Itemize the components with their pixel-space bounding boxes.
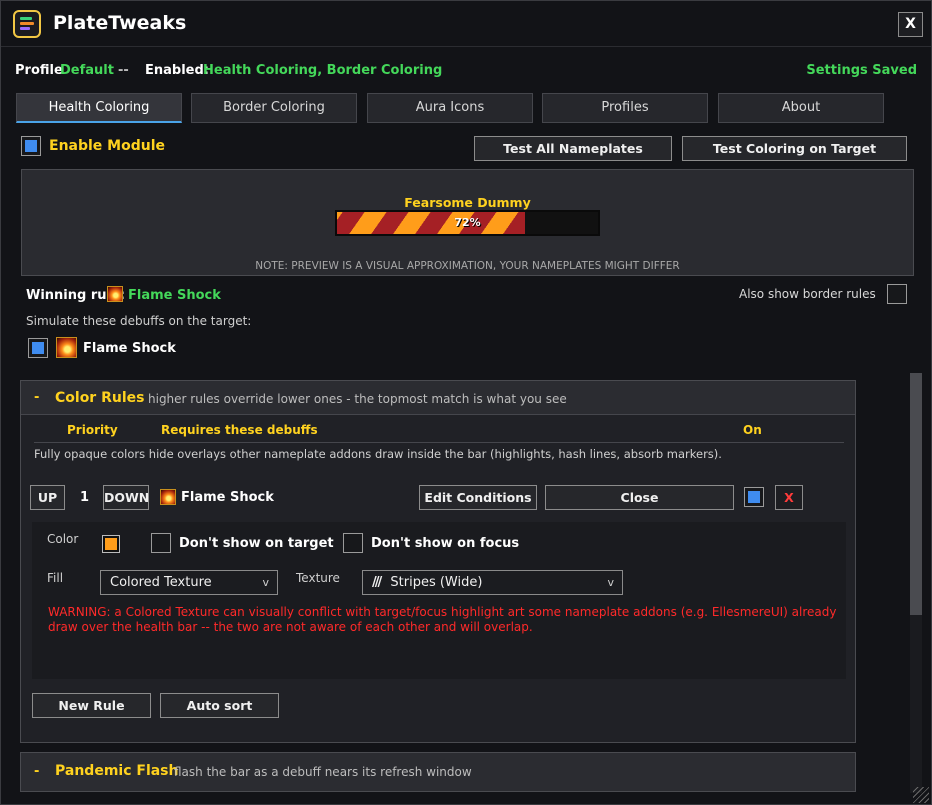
texture-dropdown[interactable]: /// Stripes (Wide) v xyxy=(362,570,623,595)
new-rule-button[interactable]: New Rule xyxy=(32,693,151,718)
move-down-button[interactable]: DOWN xyxy=(103,485,149,510)
color-rules-header[interactable]: - Color Rules higher rules override lowe… xyxy=(21,381,855,415)
health-percent-label: 72% xyxy=(454,216,481,229)
resize-grip-icon[interactable] xyxy=(913,787,929,803)
pandemic-collapse-toggle[interactable]: - xyxy=(34,764,39,779)
title-bar[interactable]: PlateTweaks X xyxy=(1,1,931,47)
pandemic-title: Pandemic Flash xyxy=(55,763,179,779)
color-swatch[interactable] xyxy=(102,535,120,553)
color-swatch-fill xyxy=(105,538,117,550)
scrollbar-thumb[interactable] xyxy=(910,373,922,615)
header-divider xyxy=(34,442,844,443)
test-all-nameplates-button[interactable]: Test All Nameplates xyxy=(474,136,672,161)
preview-note: NOTE: PREVIEW IS A VISUAL APPROXIMATION,… xyxy=(255,260,680,272)
color-rules-subtitle: higher rules override lower ones - the t… xyxy=(148,392,567,406)
enable-module-checkbox[interactable] xyxy=(21,136,41,156)
enabled-label: Enabled: xyxy=(145,63,209,78)
flame-shock-icon xyxy=(56,337,77,358)
texture-label: Texture xyxy=(296,571,340,585)
column-priority: Priority xyxy=(67,423,118,437)
flame-shock-icon xyxy=(160,489,176,505)
color-rules-panel: - Color Rules higher rules override lowe… xyxy=(20,380,856,743)
enabled-modules: Health Coloring, Border Coloring xyxy=(203,63,443,78)
texture-warning: WARNING: a Colored Texture can visually … xyxy=(48,605,837,634)
column-on: On xyxy=(743,423,762,437)
edit-conditions-button[interactable]: Edit Conditions xyxy=(419,485,537,510)
column-requires: Requires these debuffs xyxy=(161,423,318,437)
tab-health-coloring[interactable]: Health Coloring xyxy=(16,93,182,123)
profile-label: Profile xyxy=(15,63,63,78)
preview-unit-name: Fearsome Dummy xyxy=(404,195,531,210)
enable-module-label: Enable Module xyxy=(49,138,165,154)
color-label: Color xyxy=(47,532,79,546)
border-rules-label: Also show border rules xyxy=(739,287,876,301)
fill-dropdown[interactable]: Colored Texture v xyxy=(100,570,278,595)
hide-target-label: Don't show on target xyxy=(179,536,334,551)
hide-focus-label: Don't show on focus xyxy=(371,536,520,551)
chevron-down-icon: v xyxy=(262,576,269,589)
close-window-button[interactable]: X xyxy=(898,12,923,37)
preview-health-bar: 72% xyxy=(335,210,600,236)
tab-aura-icons[interactable]: Aura Icons xyxy=(367,93,533,123)
simulate-label: Simulate these debuffs on the target: xyxy=(26,314,252,328)
color-rules-title: Color Rules xyxy=(55,390,145,406)
rule-on-checkbox[interactable] xyxy=(744,487,764,507)
app-logo-icon xyxy=(13,10,41,38)
hide-focus-checkbox[interactable] xyxy=(343,533,363,553)
rule-editor: Color Don't show on target Don't show on… xyxy=(32,522,846,679)
rule-priority: 1 xyxy=(80,490,90,505)
tab-profiles[interactable]: Profiles xyxy=(542,93,708,123)
profile-value: Default xyxy=(60,63,114,78)
simulate-debuff-checkbox[interactable] xyxy=(28,338,48,358)
chevron-down-icon: v xyxy=(607,576,614,589)
pandemic-flash-panel[interactable]: - Pandemic Flash flash the bar as a debu… xyxy=(20,752,856,792)
auto-sort-button[interactable]: Auto sort xyxy=(160,693,279,718)
simulate-debuff-name: Flame Shock xyxy=(83,341,176,356)
opacity-note: Fully opaque colors hide overlays other … xyxy=(34,447,722,461)
settings-saved-status: Settings Saved xyxy=(806,63,917,78)
move-up-button[interactable]: UP xyxy=(30,485,65,510)
border-rules-checkbox[interactable] xyxy=(887,284,907,304)
delete-rule-button[interactable]: X xyxy=(775,485,803,510)
addon-window: PlateTweaks X Profile Default -- Enabled… xyxy=(0,0,932,805)
tab-about[interactable]: About xyxy=(718,93,884,123)
app-title: PlateTweaks xyxy=(53,12,187,34)
rule-debuff-name: Flame Shock xyxy=(181,490,274,505)
texture-value: Stripes (Wide) xyxy=(390,575,483,590)
tab-border-coloring[interactable]: Border Coloring xyxy=(191,93,357,123)
flame-shock-icon xyxy=(107,286,123,302)
collapse-toggle[interactable]: - xyxy=(34,390,39,405)
hide-target-checkbox[interactable] xyxy=(151,533,171,553)
fill-label: Fill xyxy=(47,571,64,585)
winning-rule-name: Flame Shock xyxy=(128,288,221,303)
pandemic-subtitle: flash the bar as a debuff nears its refr… xyxy=(174,765,472,779)
status-separator: -- xyxy=(118,63,129,78)
test-coloring-target-button[interactable]: Test Coloring on Target xyxy=(682,136,907,161)
fill-value: Colored Texture xyxy=(110,575,212,590)
close-rule-button[interactable]: Close xyxy=(545,485,734,510)
stripes-icon: /// xyxy=(372,575,382,590)
